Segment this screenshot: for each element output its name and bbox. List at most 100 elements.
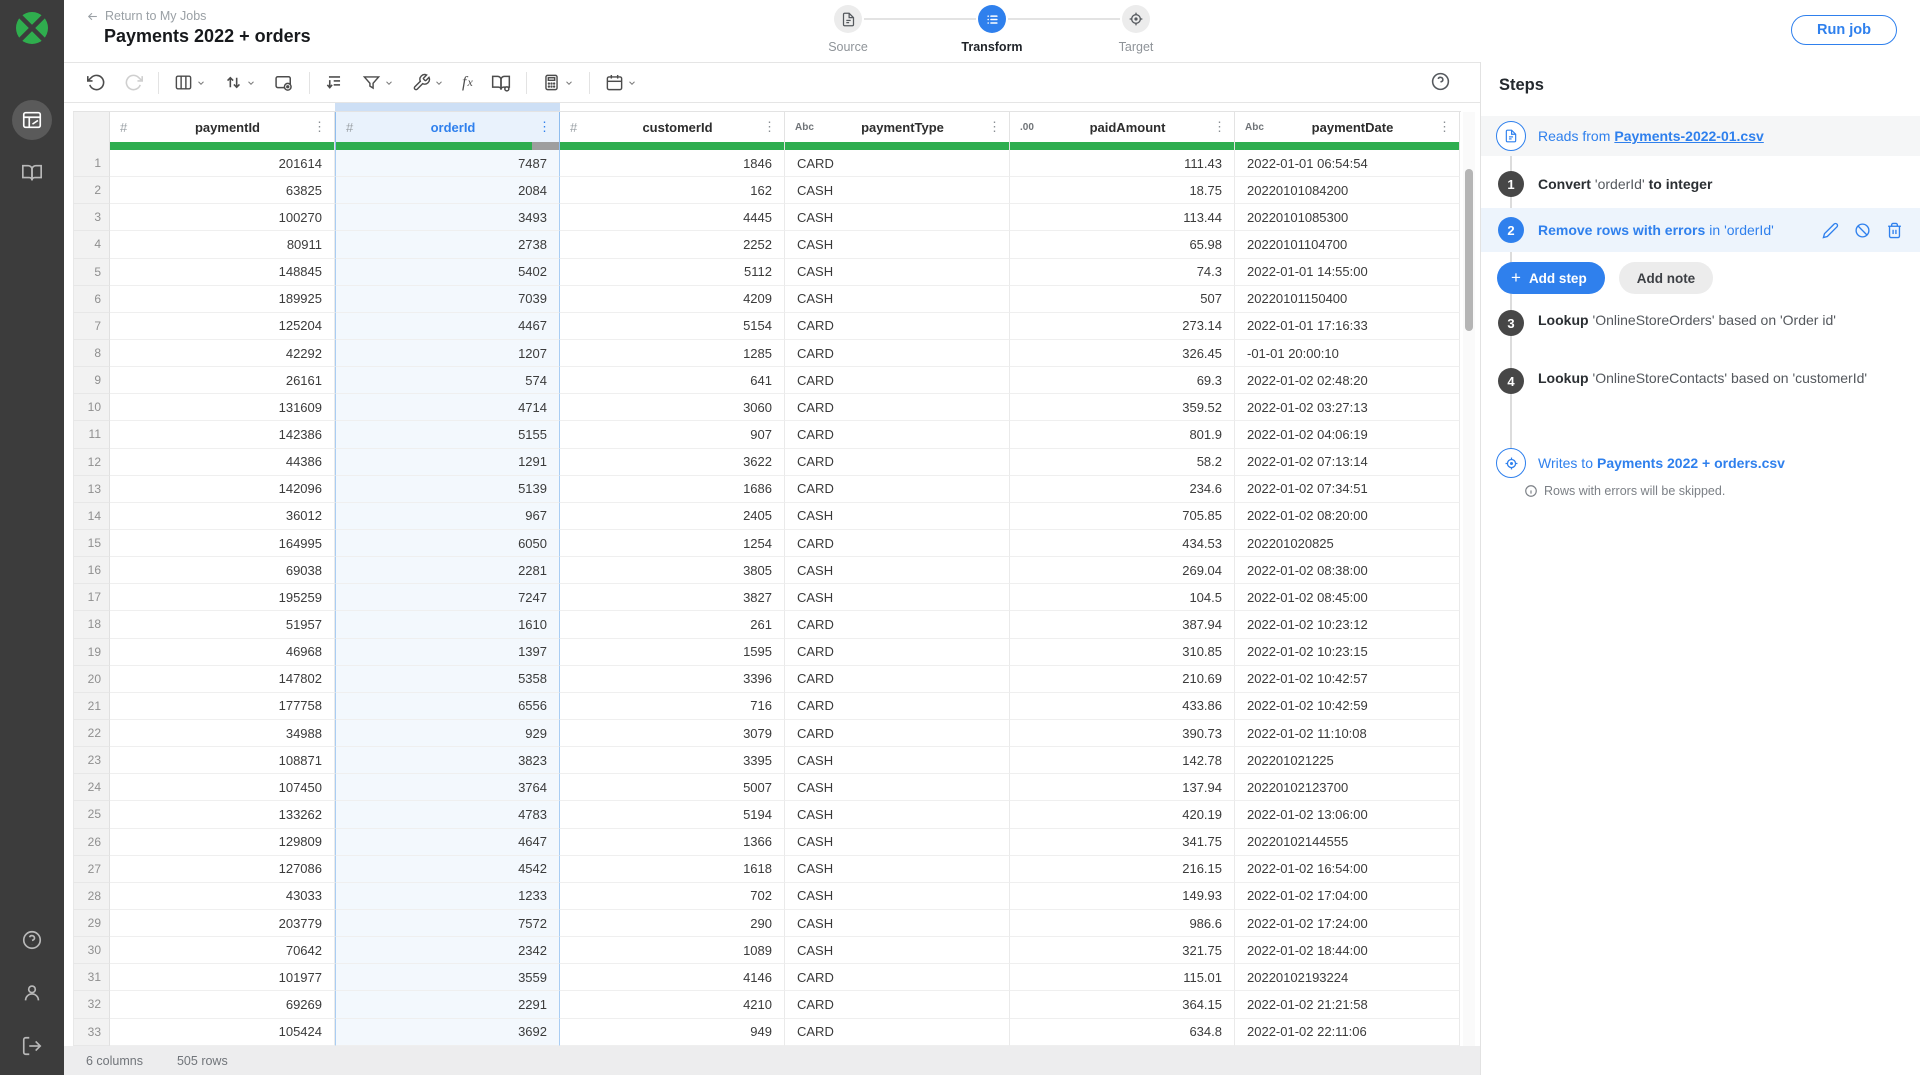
- step-lookup-orders[interactable]: 3 Lookup'OnlineStoreOrders' based on 'Or…: [1481, 310, 1920, 336]
- cell-paymentType[interactable]: CARD: [785, 720, 1010, 747]
- table-view-icon[interactable]: [12, 100, 52, 140]
- cell-orderId[interactable]: 929: [335, 720, 560, 747]
- cell-paymentType[interactable]: CASH: [785, 910, 1010, 937]
- cell-paidAmount[interactable]: 18.75: [1010, 177, 1235, 204]
- cell-customerId[interactable]: 907: [560, 421, 785, 448]
- cell-paymentId[interactable]: 70642: [110, 937, 335, 964]
- cell-paymentType[interactable]: CARD: [785, 693, 1010, 720]
- cell-customerId[interactable]: 162: [560, 177, 785, 204]
- cell-paymentDate[interactable]: 2022-01-02 07:34:51: [1235, 476, 1460, 503]
- cell-paymentId[interactable]: 142386: [110, 421, 335, 448]
- cell-paymentDate[interactable]: 20220101085300: [1235, 204, 1460, 231]
- cell-customerId[interactable]: 1089: [560, 937, 785, 964]
- cell-orderId[interactable]: 2342: [335, 937, 560, 964]
- lookup-book-button[interactable]: [482, 68, 520, 98]
- source-step-icon[interactable]: [834, 5, 862, 33]
- cell-customerId[interactable]: 3396: [560, 666, 785, 693]
- cell-customerId[interactable]: 4210: [560, 991, 785, 1018]
- cell-orderId[interactable]: 4467: [335, 313, 560, 340]
- cell-paymentId[interactable]: 34988: [110, 720, 335, 747]
- columns-button[interactable]: [165, 68, 215, 98]
- calculator-button[interactable]: [533, 68, 583, 98]
- cell-customerId[interactable]: 949: [560, 1019, 785, 1046]
- disable-step-icon[interactable]: [1854, 222, 1871, 239]
- target-file-name[interactable]: Payments 2022 + orders.csv: [1597, 455, 1785, 471]
- cell-orderId[interactable]: 3764: [335, 774, 560, 801]
- cell-paymentId[interactable]: 69038: [110, 557, 335, 584]
- cell-paymentId[interactable]: 101977: [110, 964, 335, 991]
- cell-paymentDate[interactable]: 2022-01-02 08:38:00: [1235, 557, 1460, 584]
- cell-paidAmount[interactable]: 387.94: [1010, 611, 1235, 638]
- formula-button[interactable]: fx: [453, 68, 482, 98]
- cell-paymentType[interactable]: CARD: [785, 421, 1010, 448]
- cell-paidAmount[interactable]: 433.86: [1010, 693, 1235, 720]
- cell-paidAmount[interactable]: 507: [1010, 286, 1235, 313]
- logout-icon[interactable]: [12, 1026, 52, 1066]
- preview-changes-button[interactable]: [265, 68, 303, 98]
- vertical-scrollbar[interactable]: [1463, 112, 1475, 1046]
- cell-customerId[interactable]: 1686: [560, 476, 785, 503]
- cell-paymentId[interactable]: 189925: [110, 286, 335, 313]
- cell-paidAmount[interactable]: 210.69: [1010, 666, 1235, 693]
- cell-paymentType[interactable]: CARD: [785, 367, 1010, 394]
- cell-paymentType[interactable]: CARD: [785, 666, 1010, 693]
- cell-paidAmount[interactable]: 321.75: [1010, 937, 1235, 964]
- cell-orderId[interactable]: 1233: [335, 883, 560, 910]
- cell-paymentId[interactable]: 42292: [110, 340, 335, 367]
- cell-paidAmount[interactable]: 986.6: [1010, 910, 1235, 937]
- cell-customerId[interactable]: 5112: [560, 259, 785, 286]
- undo-button[interactable]: [78, 68, 115, 98]
- cell-orderId[interactable]: 3823: [335, 747, 560, 774]
- column-menu-icon[interactable]: ⋮: [536, 119, 553, 135]
- cell-paymentType[interactable]: CASH: [785, 856, 1010, 883]
- source-file-link[interactable]: Payments-2022-01.csv: [1614, 128, 1763, 144]
- cell-paymentDate[interactable]: 2022-01-02 10:23:12: [1235, 611, 1460, 638]
- step-writes-to[interactable]: Writes toPayments 2022 + orders.csv: [1481, 448, 1920, 478]
- cell-customerId[interactable]: 641: [560, 367, 785, 394]
- cell-customerId[interactable]: 1366: [560, 829, 785, 856]
- cell-paymentType[interactable]: CARD: [785, 150, 1010, 177]
- cell-paymentId[interactable]: 108871: [110, 747, 335, 774]
- cell-customerId[interactable]: 702: [560, 883, 785, 910]
- cell-paymentId[interactable]: 51957: [110, 611, 335, 638]
- cell-orderId[interactable]: 3692: [335, 1019, 560, 1046]
- cell-paymentType[interactable]: CASH: [785, 204, 1010, 231]
- cell-paymentDate[interactable]: 2022-01-01 14:55:00: [1235, 259, 1460, 286]
- cell-paidAmount[interactable]: 216.15: [1010, 856, 1235, 883]
- cell-paymentDate[interactable]: 2022-01-02 07:13:14: [1235, 449, 1460, 476]
- run-job-button[interactable]: Run job: [1791, 15, 1897, 45]
- cell-paidAmount[interactable]: 65.98: [1010, 231, 1235, 258]
- source-step-label[interactable]: Source: [788, 40, 908, 54]
- cell-paymentType[interactable]: CASH: [785, 557, 1010, 584]
- column-menu-icon[interactable]: ⋮: [311, 119, 328, 135]
- cell-paymentType[interactable]: CARD: [785, 449, 1010, 476]
- cell-orderId[interactable]: 7039: [335, 286, 560, 313]
- cell-orderId[interactable]: 2281: [335, 557, 560, 584]
- cell-paidAmount[interactable]: 359.52: [1010, 394, 1235, 421]
- cell-paymentId[interactable]: 203779: [110, 910, 335, 937]
- cell-paidAmount[interactable]: 341.75: [1010, 829, 1235, 856]
- cell-paidAmount[interactable]: 310.85: [1010, 639, 1235, 666]
- cell-orderId[interactable]: 5358: [335, 666, 560, 693]
- cell-paidAmount[interactable]: 705.85: [1010, 503, 1235, 530]
- step-remove-errors[interactable]: 2 Remove rows with errorsin 'orderId': [1481, 208, 1920, 252]
- cell-paymentId[interactable]: 131609: [110, 394, 335, 421]
- column-menu-icon[interactable]: ⋮: [761, 119, 778, 135]
- cell-paymentDate[interactable]: 20220101084200: [1235, 177, 1460, 204]
- cell-orderId[interactable]: 3493: [335, 204, 560, 231]
- cell-paymentDate[interactable]: 202201021225: [1235, 747, 1460, 774]
- cell-paymentType[interactable]: CARD: [785, 394, 1010, 421]
- column-header-orderId[interactable]: #orderId⋮: [335, 112, 560, 142]
- cell-paymentDate[interactable]: 20220102193224: [1235, 964, 1460, 991]
- cell-paymentType[interactable]: CASH: [785, 774, 1010, 801]
- cell-paymentId[interactable]: 100270: [110, 204, 335, 231]
- cell-paymentType[interactable]: CARD: [785, 1019, 1010, 1046]
- target-step-icon[interactable]: [1122, 5, 1150, 33]
- cell-paymentId[interactable]: 125204: [110, 313, 335, 340]
- cell-paidAmount[interactable]: 74.3: [1010, 259, 1235, 286]
- cell-paymentId[interactable]: 36012: [110, 503, 335, 530]
- cell-customerId[interactable]: 5007: [560, 774, 785, 801]
- cell-customerId[interactable]: 261: [560, 611, 785, 638]
- cell-paidAmount[interactable]: 113.44: [1010, 204, 1235, 231]
- cell-paymentDate[interactable]: 20220101150400: [1235, 286, 1460, 313]
